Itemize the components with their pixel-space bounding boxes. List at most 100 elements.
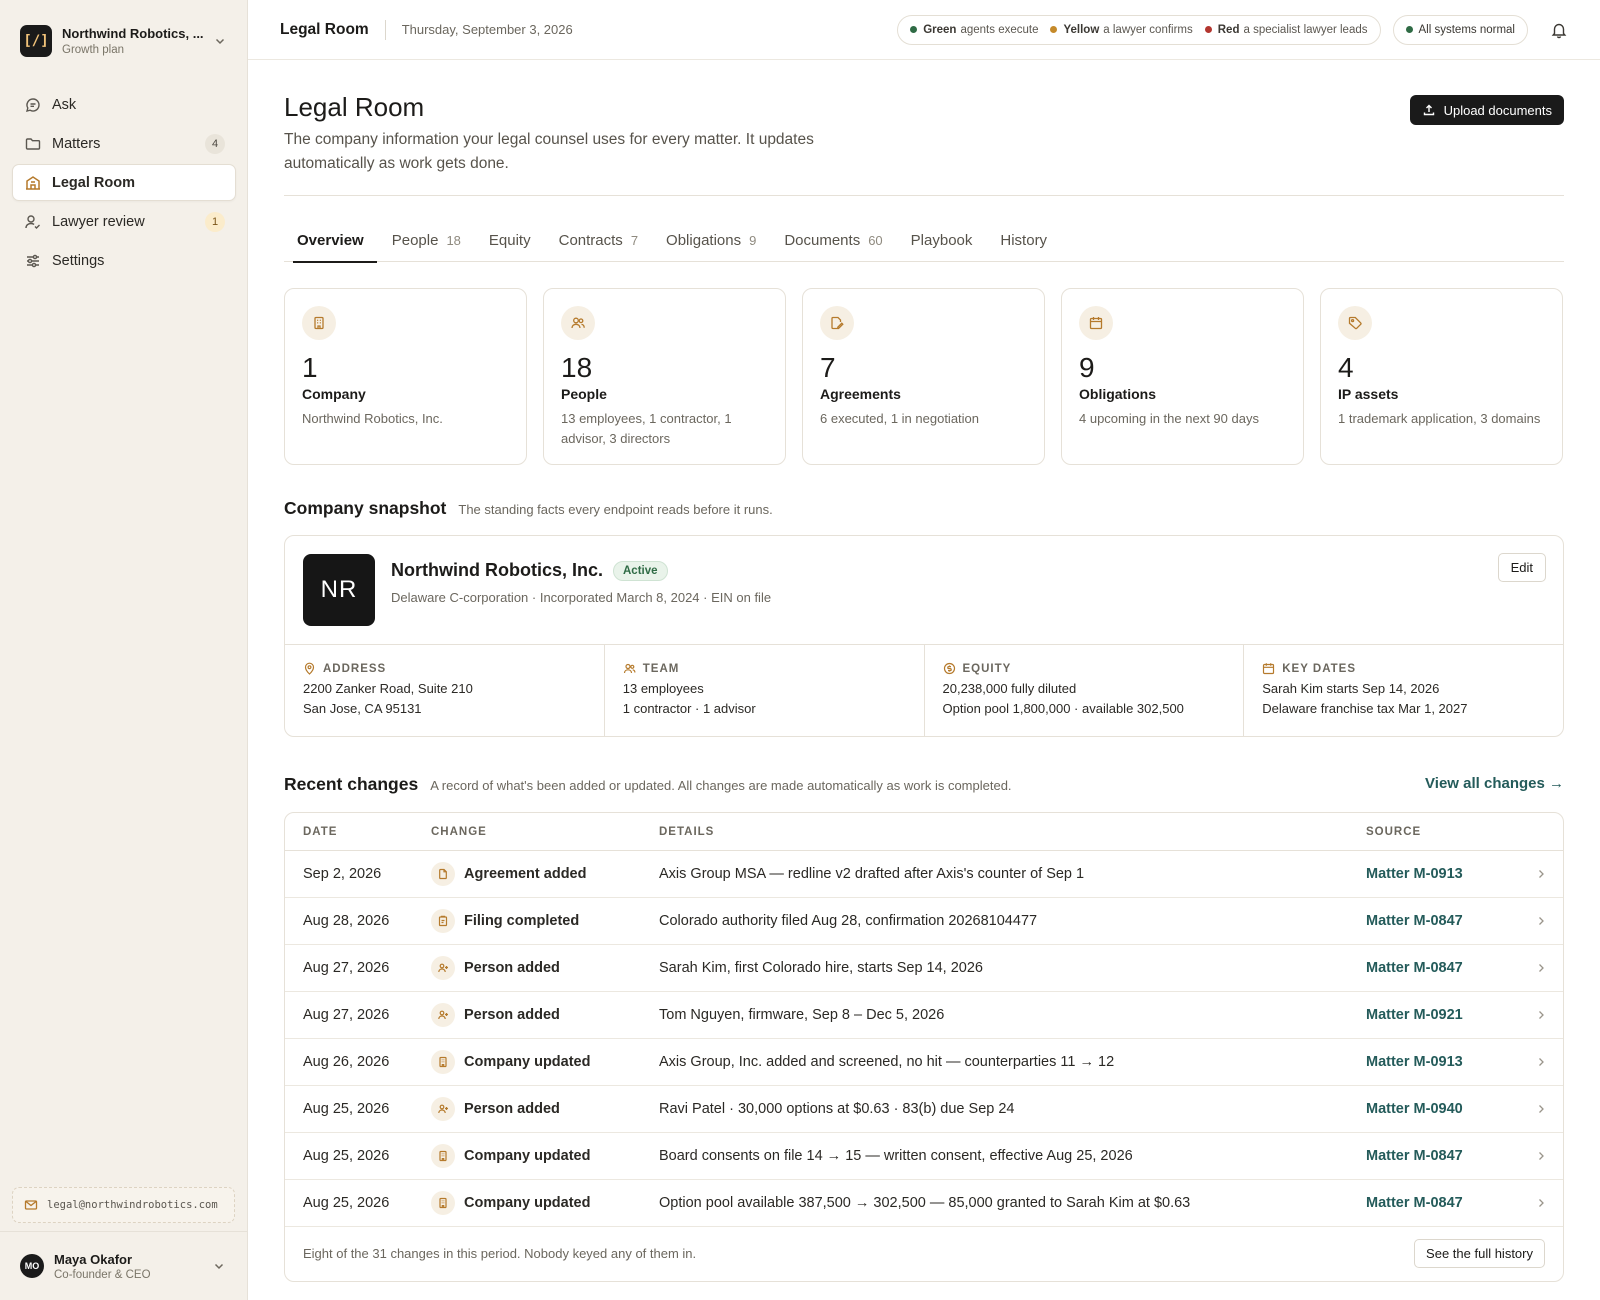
table-row[interactable]: Aug 28, 2026 Filing completed Colorado aut…: [285, 898, 1563, 945]
tab-playbook[interactable]: Playbook: [898, 220, 986, 262]
bell-icon[interactable]: [1550, 21, 1568, 39]
row-date: Aug 28, 2026: [303, 913, 390, 929]
matter-link[interactable]: Matter M-0940: [1366, 1101, 1520, 1117]
chevron-right-icon[interactable]: [1520, 1055, 1562, 1069]
matter-link[interactable]: Matter M-0847: [1366, 960, 1520, 976]
calendar-icon: [1079, 306, 1113, 340]
top-bar: Legal Room Thursday, September 3, 2026 G…: [248, 0, 1600, 60]
page-subtitle: The company information your legal couns…: [284, 131, 814, 172]
status-badge: Active: [613, 560, 668, 581]
stat-card-people[interactable]: 18 People 13 employees, 1 contractor, 1 …: [543, 288, 786, 465]
column-header-source[interactable]: SOURCE: [1366, 826, 1520, 838]
row-details: Sarah Kim, first Colorado hire, starts S…: [659, 960, 983, 976]
people-icon: [561, 306, 595, 340]
edit-button[interactable]: Edit: [1497, 553, 1546, 582]
system-status[interactable]: All systems normal: [1392, 14, 1528, 45]
chevron-right-icon[interactable]: [1520, 961, 1562, 975]
row-date: Aug 25, 2026: [303, 1148, 390, 1164]
change-type: Filing completed: [464, 913, 580, 929]
divider: [284, 195, 1564, 196]
legend-red: Red a specialist lawyer leads: [1204, 24, 1368, 36]
stat-card-ip-assets[interactable]: 4 IP assets 1 trademark application, 3 d…: [1320, 288, 1563, 465]
email-text: legal@northwindrobotics.com: [47, 1199, 218, 1211]
coin-icon: [943, 662, 955, 675]
chevron-right-icon[interactable]: [1520, 1008, 1562, 1022]
fact-address: ADDRESS 2200 Zanker Road, Suite 210 San …: [285, 645, 605, 737]
calendar-icon: [1263, 663, 1275, 675]
green-dot-icon: [910, 26, 918, 33]
tab-documents[interactable]: Documents 60: [771, 220, 895, 262]
clipboard-icon: [431, 909, 455, 933]
chevron-right-icon[interactable]: [1520, 914, 1562, 928]
column-header-change[interactable]: CHANGE: [431, 826, 659, 838]
column-header-details[interactable]: DETAILS: [659, 826, 1366, 838]
legend-yellow: Yellow a lawyer confirms: [1050, 24, 1193, 36]
matter-link[interactable]: Matter M-0921: [1366, 1007, 1520, 1023]
table-row[interactable]: Aug 25, 2026 Company updated Board consent…: [285, 1133, 1563, 1180]
matter-link[interactable]: Matter M-0847: [1366, 1148, 1520, 1164]
row-details: Option pool available 387,500 → 302,500 …: [659, 1195, 1191, 1211]
org-switcher[interactable]: [/] Northwind Robotics, ... Growth plan: [12, 16, 236, 66]
change-type: Person added: [464, 960, 560, 976]
sidebar-item-lawyer-review[interactable]: Lawyer review 1: [12, 203, 236, 240]
table-row[interactable]: Aug 25, 2026 Person added Ravi Patel · 30,…: [285, 1086, 1563, 1133]
yellow-dot-icon: [1050, 26, 1058, 33]
stat-card-company[interactable]: 1 Company Northwind Robotics, Inc.: [284, 288, 527, 465]
stat-number: 1: [302, 352, 318, 383]
user-menu[interactable]: MO Maya Okafor Co-founder & CEO: [0, 1231, 247, 1300]
building-icon: [24, 174, 42, 192]
matter-link[interactable]: Matter M-0913: [1366, 866, 1520, 882]
table-row[interactable]: Aug 26, 2026 Company updated Axis Group, I…: [285, 1039, 1563, 1086]
tab-contracts[interactable]: Contracts 7: [546, 220, 651, 262]
tab-history[interactable]: History: [987, 220, 1060, 262]
edit-doc-icon: [820, 306, 854, 340]
status-dot-icon: [1405, 26, 1413, 33]
table-row[interactable]: Aug 27, 2026 Person added Tom Nguyen, firm…: [285, 992, 1563, 1039]
building-icon: [302, 306, 336, 340]
table-row[interactable]: Aug 25, 2026 Company updated Option pool a…: [285, 1180, 1563, 1227]
mail-icon: [24, 1200, 38, 1210]
building-icon: [431, 1050, 455, 1074]
tab-obligations[interactable]: Obligations 9: [653, 220, 769, 262]
tab-people[interactable]: People 18: [379, 220, 474, 262]
chevron-right-icon[interactable]: [1520, 1196, 1562, 1210]
see-full-history-button[interactable]: See the full history: [1414, 1238, 1545, 1268]
row-details: Colorado authority filed Aug 28, confirm…: [659, 913, 1038, 929]
upload-label: Upload documents: [1443, 102, 1552, 118]
sidebar-item-settings[interactable]: Settings: [12, 242, 236, 279]
chevron-right-icon[interactable]: [1520, 867, 1562, 881]
tab-equity[interactable]: Equity: [476, 220, 544, 262]
recent-changes-table: DATE CHANGE DETAILS SOURCE Sep 2, 2026 Ag…: [284, 812, 1564, 1282]
topbar-title: Legal Room: [280, 20, 369, 38]
sidebar-item-matters[interactable]: Matters 4: [12, 125, 236, 162]
row-details: Axis Group MSA — redline v2 drafted afte…: [659, 866, 1085, 882]
stat-description: 6 executed, 1 in negotiation: [820, 411, 980, 426]
company-name: Northwind Robotics, Inc.: [391, 560, 603, 580]
sidebar: [/] Northwind Robotics, ... Growth plan …: [0, 0, 248, 1300]
tab-overview[interactable]: Overview: [284, 220, 377, 263]
section-title: Company snapshot: [284, 498, 447, 518]
legal-email[interactable]: legal@northwindrobotics.com: [12, 1187, 235, 1223]
upload-documents-button[interactable]: Upload documents: [1409, 95, 1564, 125]
sidebar-item-ask[interactable]: Ask: [12, 86, 236, 123]
change-type: Company updated: [464, 1148, 591, 1164]
topbar-date: Thursday, September 3, 2026: [401, 22, 573, 37]
matter-link[interactable]: Matter M-0847: [1366, 913, 1520, 929]
column-header-date[interactable]: DATE: [285, 826, 431, 838]
change-type: Agreement added: [464, 866, 587, 882]
chevron-right-icon[interactable]: [1520, 1102, 1562, 1116]
stat-card-obligations[interactable]: 9 Obligations 4 upcoming in the next 90 …: [1061, 288, 1304, 465]
stat-card-agreements[interactable]: 7 Agreements 6 executed, 1 in negotiatio…: [802, 288, 1045, 465]
change-type: Company updated: [464, 1054, 591, 1070]
stat-label: Obligations: [1079, 386, 1156, 402]
table-row[interactable]: Sep 2, 2026 Agreement added Axis Group MSA…: [285, 851, 1563, 898]
table-row[interactable]: Aug 27, 2026 Person added Sarah Kim, first…: [285, 945, 1563, 992]
chevron-right-icon[interactable]: [1520, 1149, 1562, 1163]
matter-link[interactable]: Matter M-0847: [1366, 1195, 1520, 1211]
changes-header: Recent changes A record of what's been a…: [284, 774, 1012, 795]
risk-legend: Green agents execute Yellow a lawyer confi…: [897, 14, 1381, 45]
sidebar-item-legal-room[interactable]: Legal Room: [12, 164, 236, 201]
document-icon: [431, 862, 455, 886]
view-all-changes-link[interactable]: View all changes →: [1425, 775, 1564, 792]
matter-link[interactable]: Matter M-0913: [1366, 1054, 1520, 1070]
